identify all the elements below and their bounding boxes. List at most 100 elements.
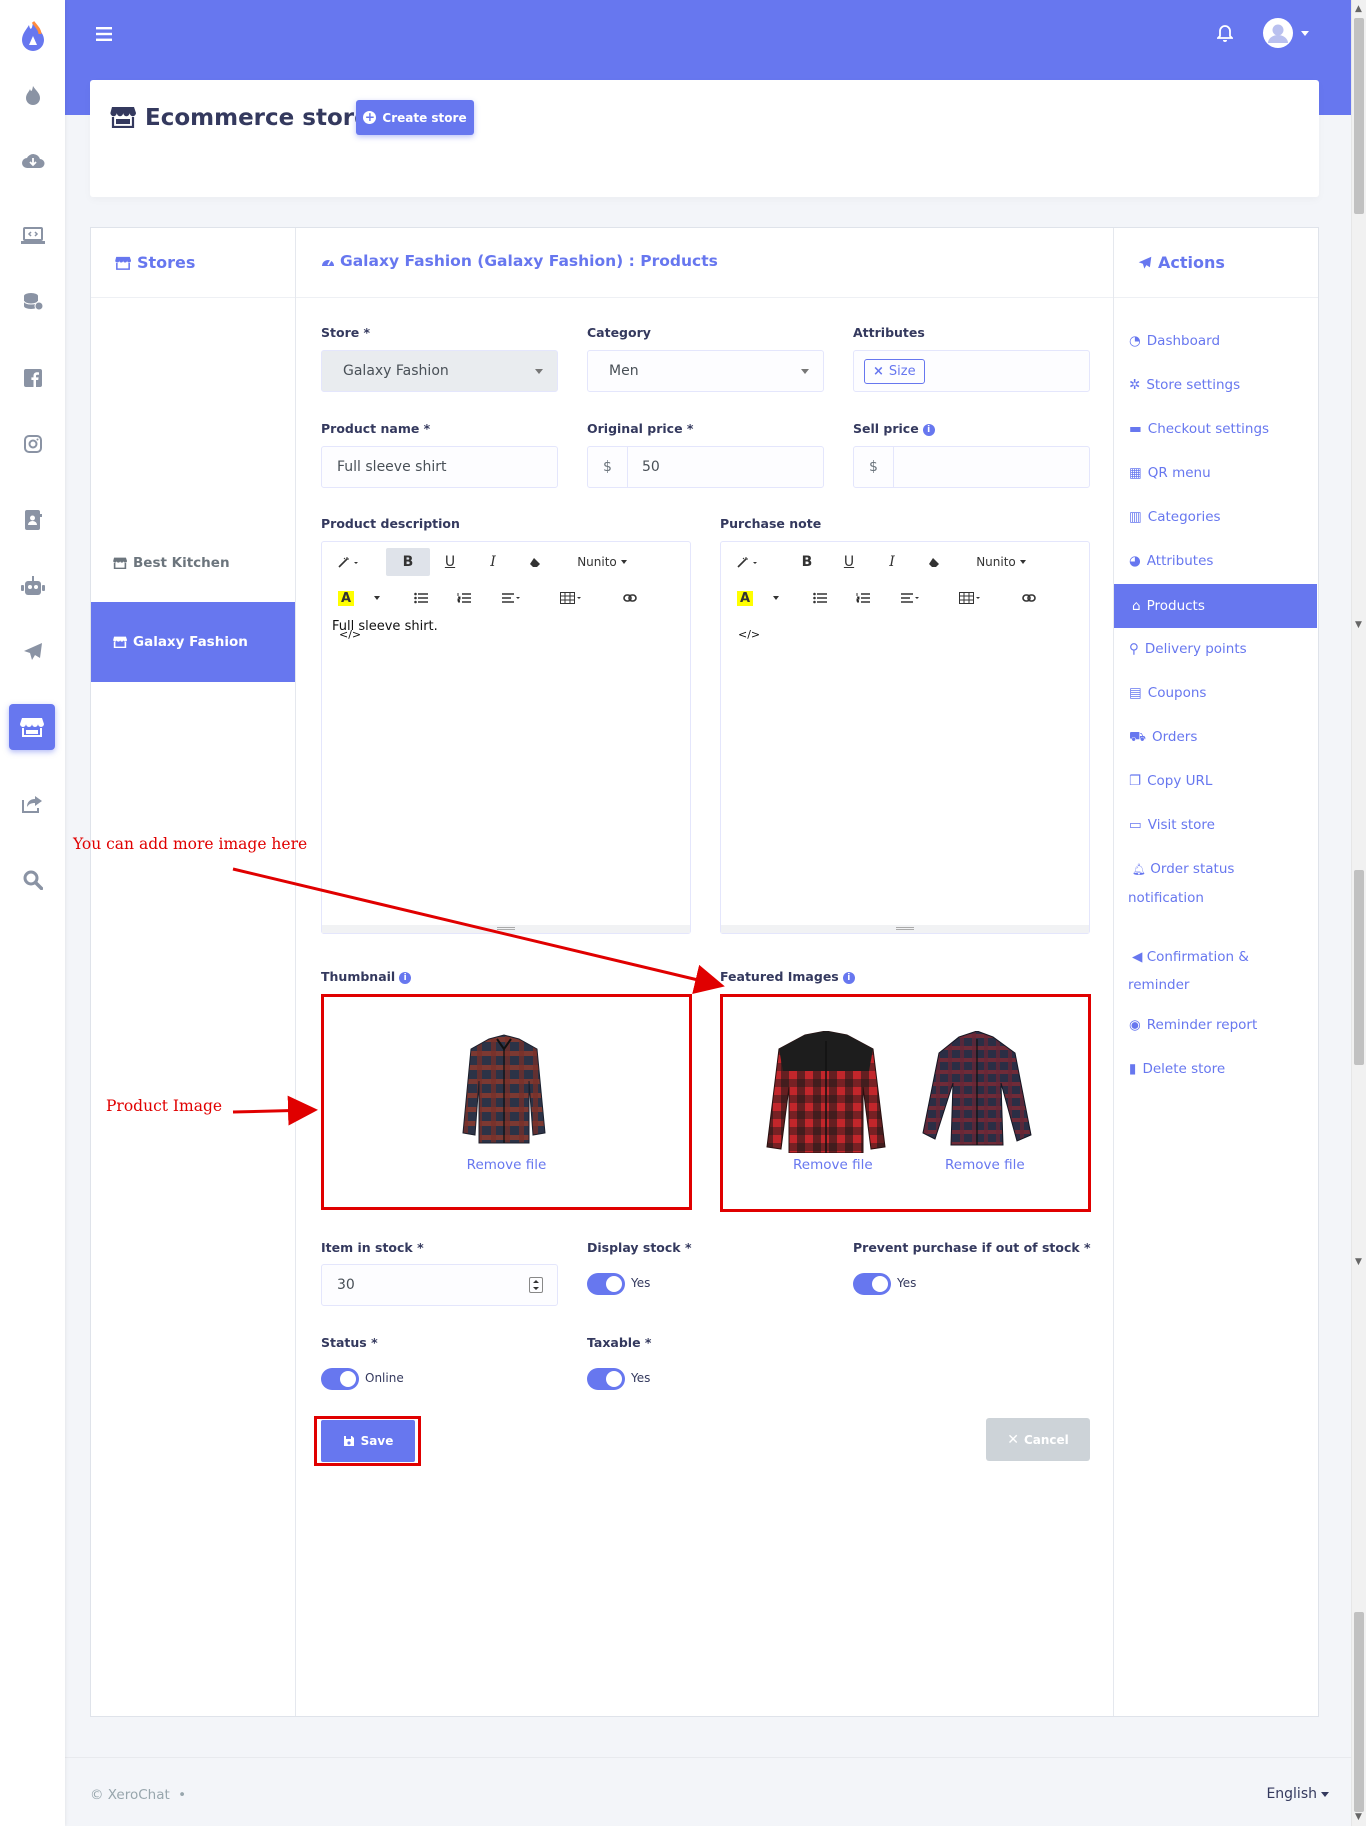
scrollbar-thumb[interactable]	[1354, 1612, 1364, 1812]
italic-button[interactable]: I	[878, 548, 906, 576]
paper-plane-icon[interactable]	[0, 632, 65, 672]
store-select[interactable]: Galaxy Fashion	[321, 350, 558, 392]
bullet-list-icon[interactable]	[408, 584, 434, 612]
robot-icon[interactable]	[0, 566, 65, 606]
numbered-list-icon[interactable]	[451, 584, 477, 612]
language-select[interactable]: English	[1266, 1786, 1329, 1802]
action-orders[interactable]: ⛟ Orders	[1129, 723, 1309, 751]
resize-handle[interactable]	[721, 925, 1089, 933]
save-button[interactable]: Save	[321, 1420, 415, 1462]
instagram-icon[interactable]	[0, 424, 65, 464]
bold-button[interactable]: B	[793, 548, 821, 576]
eraser-icon[interactable]	[521, 548, 549, 576]
eraser-icon[interactable]	[920, 548, 948, 576]
action-copy-url[interactable]: ❐ Copy URL	[1129, 767, 1309, 795]
font-family-select[interactable]: Nunito	[971, 548, 1031, 576]
action-coupons[interactable]: ▤ Coupons	[1129, 679, 1309, 707]
create-store-button[interactable]: + Create store	[356, 100, 474, 135]
underline-button[interactable]: U	[835, 548, 863, 576]
user-avatar-icon[interactable]	[1263, 18, 1309, 48]
numbered-list-icon[interactable]	[850, 584, 876, 612]
bell-icon[interactable]	[1217, 25, 1233, 43]
laptop-code-icon[interactable]	[0, 216, 65, 256]
remove-featured-image-1-link[interactable]: Remove file	[793, 1157, 873, 1173]
action-checkout-settings[interactable]: ▬ Checkout settings	[1129, 415, 1309, 443]
logo-icon[interactable]	[0, 16, 65, 56]
text-color-icon[interactable]: A	[332, 584, 360, 612]
action-reminder-report[interactable]: ◉ Reminder report	[1129, 1011, 1309, 1039]
bold-button[interactable]: B	[386, 548, 430, 576]
share-icon[interactable]	[0, 784, 65, 824]
action-qr-menu[interactable]: ▦ QR menu	[1129, 459, 1309, 487]
align-icon[interactable]	[497, 584, 527, 612]
magic-wand-icon[interactable]	[332, 548, 366, 576]
featured-images-dropzone[interactable]: Remove file Remove file	[720, 994, 1091, 1212]
search-icon[interactable]	[0, 860, 65, 900]
display-stock-toggle[interactable]	[587, 1273, 625, 1295]
store-item-best-kitchen[interactable]: Best Kitchen	[91, 523, 295, 603]
taxable-toggle[interactable]	[587, 1368, 625, 1390]
action-delete-store[interactable]: ▮ Delete store	[1129, 1055, 1309, 1083]
font-family-select[interactable]: Nunito	[572, 548, 632, 576]
category-select[interactable]: Men	[587, 350, 824, 392]
cancel-button[interactable]: ✕ Cancel	[986, 1418, 1090, 1461]
fire-icon[interactable]	[0, 75, 65, 115]
action-products[interactable]: ⌂ Products	[1114, 584, 1317, 628]
info-icon[interactable]: i	[922, 423, 935, 436]
link-icon[interactable]	[617, 584, 643, 612]
action-categories[interactable]: ▥ Categories	[1129, 503, 1309, 531]
action-store-settings[interactable]: ✲ Store settings	[1129, 371, 1309, 399]
description-editor[interactable]: B U I Nunito A Full sleeve shirt. </>	[321, 541, 691, 934]
attribute-tag[interactable]: × Size	[864, 358, 925, 384]
action-order-status-notification[interactable]: 🔔︎ Order status notification	[1128, 855, 1288, 912]
page-scrollbar[interactable]: ▲ ▼ ▼ ▼	[1351, 0, 1366, 1826]
action-dashboard[interactable]: ◔ Dashboard	[1129, 327, 1309, 355]
magic-wand-icon[interactable]	[731, 548, 765, 576]
scroll-up-icon[interactable]: ▲	[1355, 4, 1362, 14]
action-visit-store[interactable]: ▭ Visit store	[1129, 811, 1309, 839]
underline-button[interactable]: U	[436, 548, 464, 576]
chevron-down-icon[interactable]	[769, 584, 783, 612]
prevent-purchase-toggle[interactable]	[853, 1273, 891, 1295]
original-price-input[interactable]: $ 50	[587, 446, 824, 488]
attributes-multiselect[interactable]: × Size	[853, 350, 1090, 392]
store-icon[interactable]	[9, 704, 55, 750]
code-view-button[interactable]: </>	[738, 628, 760, 641]
number-stepper-icon[interactable]	[529, 1277, 543, 1293]
contact-book-icon[interactable]	[0, 500, 65, 540]
scrollbar-thumb[interactable]	[1354, 18, 1364, 214]
scroll-down-icon[interactable]: ▼	[1355, 1812, 1362, 1822]
action-delivery-points[interactable]: ⚲ Delivery points	[1129, 635, 1309, 663]
scrollbar-thumb[interactable]	[1354, 870, 1364, 1065]
info-icon[interactable]: i	[842, 971, 855, 984]
thumbnail-dropzone[interactable]: Remove file	[321, 994, 692, 1210]
hamburger-icon[interactable]	[96, 27, 112, 41]
product-name-input[interactable]: Full sleeve shirt	[321, 446, 558, 488]
info-icon[interactable]: i	[399, 971, 412, 984]
purchase-note-editor[interactable]: B U I Nunito A </>	[720, 541, 1090, 934]
bullet-list-icon[interactable]	[807, 584, 833, 612]
status-toggle[interactable]	[321, 1368, 359, 1390]
scroll-down-icon[interactable]: ▼	[1355, 620, 1362, 630]
scroll-down-icon[interactable]: ▼	[1355, 1257, 1362, 1267]
action-confirmation-reminder[interactable]: ◀ Confirmation & reminder	[1128, 943, 1288, 999]
cloud-download-icon[interactable]	[0, 140, 65, 180]
link-icon[interactable]	[1016, 584, 1042, 612]
facebook-icon[interactable]	[0, 358, 65, 398]
table-icon[interactable]	[955, 584, 985, 612]
store-item-galaxy-fashion[interactable]: Galaxy Fashion	[91, 602, 295, 682]
chevron-down-icon[interactable]	[370, 584, 384, 612]
action-attributes[interactable]: ◕ Attributes	[1129, 547, 1309, 575]
table-icon[interactable]	[556, 584, 586, 612]
italic-button[interactable]: I	[479, 548, 507, 576]
text-color-icon[interactable]: A	[731, 584, 759, 612]
align-icon[interactable]	[896, 584, 926, 612]
sell-price-input[interactable]: $	[853, 446, 1090, 488]
code-view-button[interactable]: </>	[339, 628, 361, 641]
resize-handle[interactable]	[322, 925, 690, 933]
database-icon[interactable]	[0, 282, 65, 322]
close-icon[interactable]: ×	[873, 364, 884, 379]
remove-thumbnail-link[interactable]: Remove file	[324, 1157, 689, 1173]
remove-featured-image-2-link[interactable]: Remove file	[945, 1157, 1025, 1173]
stock-input[interactable]: 30	[321, 1264, 558, 1306]
